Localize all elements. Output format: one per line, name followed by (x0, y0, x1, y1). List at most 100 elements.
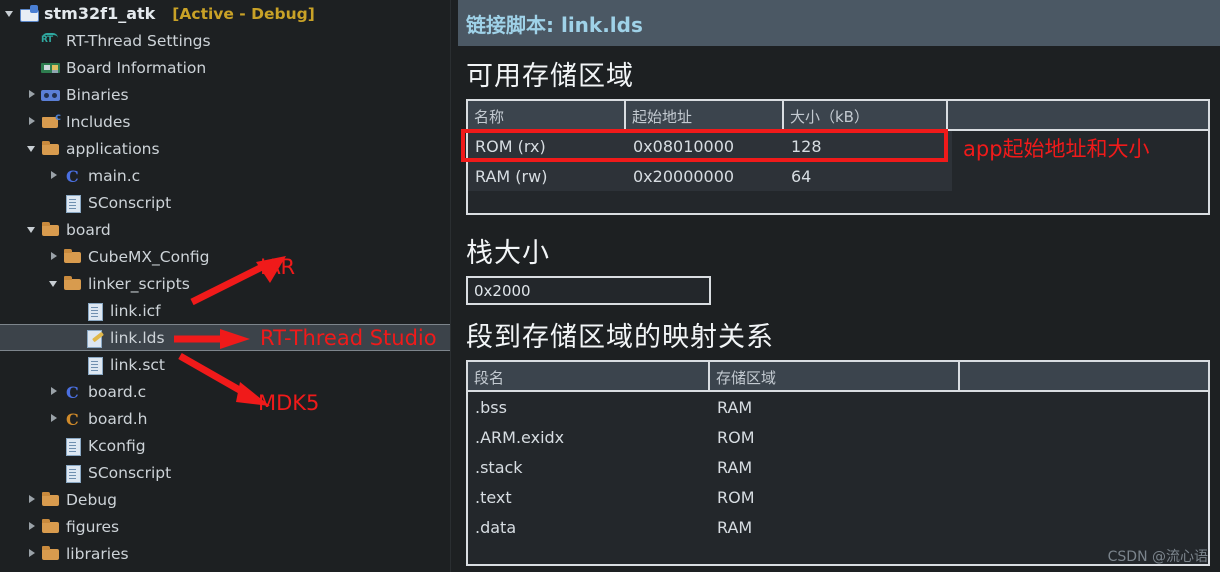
folder-icon (63, 248, 83, 266)
col-header-blank[interactable] (960, 362, 1208, 390)
tree-item-cubemx-config[interactable]: CubeMX_Config (0, 243, 450, 270)
table-row[interactable]: .ARM.exidx ROM (468, 422, 1208, 452)
tree-item-includes[interactable]: Includes (0, 108, 450, 135)
tree-item-stm32f1-atk[interactable]: stm32f1_atk [Active - Debug] (0, 0, 450, 27)
table-row[interactable]: .bss RAM (468, 392, 1208, 422)
stack-size-input[interactable]: 0x2000 (466, 276, 711, 305)
chevron-right-icon[interactable] (26, 115, 39, 128)
tree-item-label: link.sct (110, 355, 166, 374)
table-row[interactable]: .data RAM (468, 512, 1208, 542)
chevron-right-icon[interactable] (26, 547, 39, 560)
tree-item-label: board (66, 220, 111, 239)
board-chip-icon (41, 59, 61, 77)
tree-item-board-information[interactable]: Board Information (0, 54, 450, 81)
tree-item-board[interactable]: board (0, 216, 450, 243)
cell-section-name: .bss (475, 397, 507, 417)
table-row[interactable]: .stack RAM (468, 452, 1208, 482)
annotation-label-iar: IAR (260, 255, 296, 279)
panel-header: 链接脚本: link.lds (458, 0, 1220, 46)
table-row[interactable]: RAM (rw) 0x20000000 64 (468, 161, 952, 191)
chevron-right-icon[interactable] (48, 385, 61, 398)
folder-icon (41, 491, 61, 509)
section-mapping-table[interactable]: 段名 存储区域 .bss RAM .ARM.exidx ROM .stack RAM .te… (466, 360, 1210, 566)
annotation-label-mdk5: MDK5 (258, 391, 320, 415)
tree-item-libraries[interactable]: libraries (0, 540, 450, 567)
cell-memory-region: RAM (717, 457, 753, 477)
cell-section-name: .stack (475, 457, 523, 477)
chevron-right-icon[interactable] (48, 412, 61, 425)
tree-item-label: board.c (88, 382, 147, 401)
chevron-right-icon[interactable] (48, 250, 61, 263)
tree-item-board-h[interactable]: board.h (0, 405, 450, 432)
rt-thread-icon (41, 32, 61, 50)
cell-region-size: 64 (791, 166, 812, 186)
tree-item-kconfig[interactable]: Kconfig (0, 432, 450, 459)
cell-section-name: .text (475, 487, 512, 507)
tree-item-binaries[interactable]: Binaries (0, 81, 450, 108)
active-config-badge: [Active - Debug] (172, 4, 315, 23)
tree-item-rt-thread-settings[interactable]: RT-Thread Settings (0, 27, 450, 54)
table-row[interactable]: .text ROM (468, 482, 1208, 512)
file-icon (85, 302, 105, 321)
cell-memory-region: RAM (717, 397, 753, 417)
tree-item-link-sct[interactable]: link.sct (0, 351, 450, 378)
chevron-down-icon[interactable] (26, 223, 39, 236)
cell-memory-region: ROM (717, 487, 755, 507)
folder-icon (63, 275, 83, 293)
chevron-right-icon[interactable] (26, 520, 39, 533)
chevron-right-icon[interactable] (26, 88, 39, 101)
col-header-region[interactable]: 存储区域 (710, 362, 960, 390)
chevron-down-icon[interactable] (48, 277, 61, 290)
project-explorer-tree[interactable]: stm32f1_atk [Active - Debug] RT-Thread Set… (0, 0, 450, 572)
memory-annotation-label: app起始地址和大小 (963, 137, 1150, 161)
table-empty-space (468, 542, 1208, 564)
chevron-down-icon[interactable] (4, 7, 17, 20)
folder-icon (41, 545, 61, 563)
tree-item-label: board.h (88, 409, 148, 428)
col-header-section-name[interactable]: 段名 (468, 362, 710, 390)
tree-item-label: linker_scripts (88, 274, 190, 293)
chevron-right-icon[interactable] (48, 169, 61, 182)
table-row[interactable]: ROM (rx) 0x08010000 128 (468, 131, 952, 161)
chevron-right-icon[interactable] (26, 493, 39, 506)
memory-section-title: 可用存储区域 (466, 61, 634, 92)
cell-section-name: .data (475, 517, 517, 537)
tree-item-applications[interactable]: applications (0, 135, 450, 162)
memory-table-header: 名称 起始地址 大小（kB） (468, 101, 1208, 131)
includes-folder-icon (41, 112, 61, 131)
tree-item-link-icf[interactable]: link.icf (0, 297, 450, 324)
c-source-icon (63, 167, 83, 186)
binaries-icon (41, 86, 61, 104)
tree-item-main-c[interactable]: main.c (0, 162, 450, 189)
folder-icon (41, 221, 61, 239)
panel-divider[interactable] (450, 0, 458, 572)
tree-item-label: SConscript (88, 463, 172, 482)
tree-item-sconscript[interactable]: SConscript (0, 459, 450, 486)
annotation-label-rt-thread-studio: RT-Thread Studio (260, 326, 437, 350)
chevron-down-icon[interactable] (26, 142, 39, 155)
tree-item-label: libraries (66, 544, 129, 563)
col-header-name[interactable]: 名称 (468, 101, 626, 129)
tree-item-label: Kconfig (88, 436, 146, 455)
tree-item-linker-scripts[interactable]: linker_scripts (0, 270, 450, 297)
file-icon (63, 464, 83, 483)
tree-item-board-c[interactable]: board.c (0, 378, 450, 405)
col-header-address[interactable]: 起始地址 (626, 101, 784, 129)
tree-item-label: applications (66, 139, 160, 158)
cell-section-name: .ARM.exidx (475, 427, 565, 447)
tree-item-label: stm32f1_atk (44, 3, 156, 23)
col-header-size[interactable]: 大小（kB） (784, 101, 948, 129)
file-icon (63, 194, 83, 213)
cell-region-name: ROM (rx) (475, 136, 546, 156)
tree-item-debug[interactable]: Debug (0, 486, 450, 513)
cell-region-address: 0x20000000 (633, 166, 735, 186)
tree-item-label: link.lds (110, 328, 165, 347)
col-header-blank[interactable] (948, 101, 1208, 129)
tree-item-figures[interactable]: figures (0, 513, 450, 540)
tree-item-sconscript[interactable]: SConscript (0, 189, 450, 216)
lds-file-icon (85, 329, 105, 348)
